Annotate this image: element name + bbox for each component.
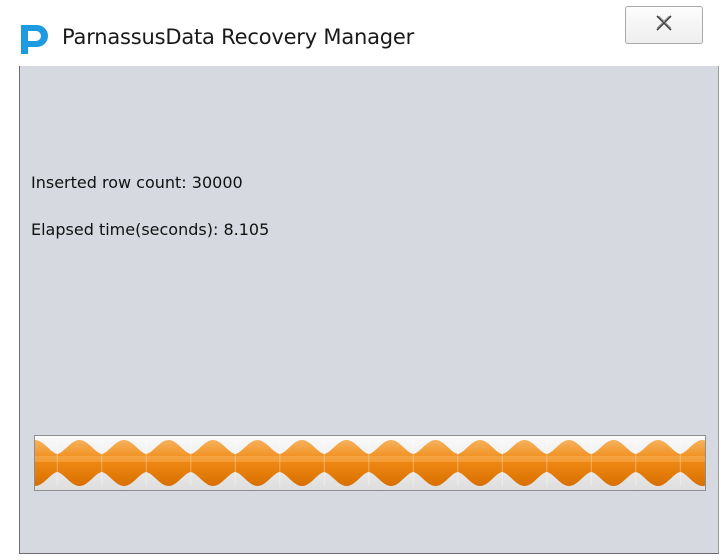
window-title: ParnassusData Recovery Manager	[62, 25, 415, 49]
parnassus-logo-icon	[17, 22, 51, 56]
progress-highlight	[35, 456, 705, 462]
recovery-manager-window: ParnassusData Recovery Manager Inserted …	[0, 0, 721, 560]
progress-bar-fill	[35, 440, 705, 486]
progress-wave	[35, 440, 705, 486]
title-bar[interactable]: ParnassusData Recovery Manager	[0, 0, 721, 66]
close-x-icon	[654, 14, 674, 36]
inserted-row-count-label: Inserted row count: 30000	[31, 173, 243, 192]
close-button[interactable]	[625, 6, 703, 44]
elapsed-time-label: Elapsed time(seconds): 8.105	[31, 220, 270, 239]
content-panel: Inserted row count: 30000 Elapsed time(s…	[19, 66, 719, 554]
progress-bar	[34, 435, 706, 491]
